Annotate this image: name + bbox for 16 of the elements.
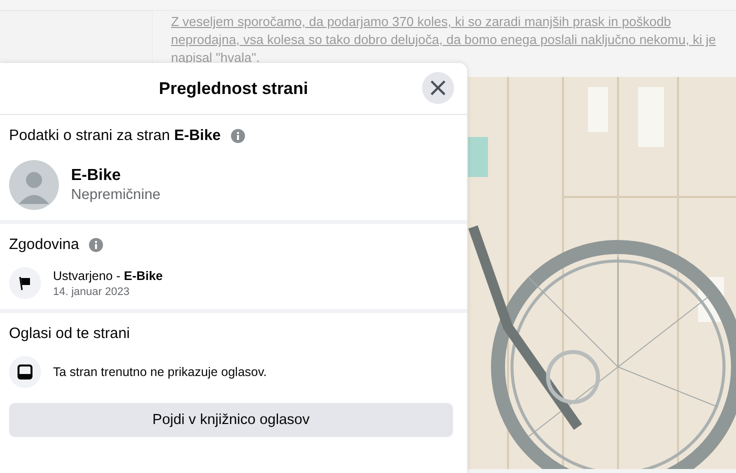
info-icon[interactable]: [89, 238, 104, 252]
dialog-title: Preglednost strani: [158, 78, 308, 98]
screen-icon: [17, 364, 33, 380]
avatar-photo-placeholder: [9, 160, 59, 210]
ad-library-button[interactable]: Pojdi v knjižnico oglasov: [9, 403, 453, 437]
page-category: Nepremičnine: [71, 187, 160, 203]
close-button[interactable]: ×: [422, 72, 454, 104]
page-name[interactable]: E-Bike: [71, 167, 160, 185]
section-heading: Oglasi od te strani: [9, 325, 130, 342]
flag-icon: [17, 275, 33, 291]
section-heading: Zgodovina: [9, 236, 80, 253]
section-heading: Podatki o strani za stran E-Bike: [9, 127, 221, 144]
event-date: 14. januar 2023: [53, 286, 130, 298]
no-ads-message: Ta stran trenutno ne prikazuje oglasov.: [53, 365, 267, 379]
event-text: Ustvarjeno - E-Bike: [53, 268, 163, 282]
info-icon[interactable]: [230, 128, 245, 142]
